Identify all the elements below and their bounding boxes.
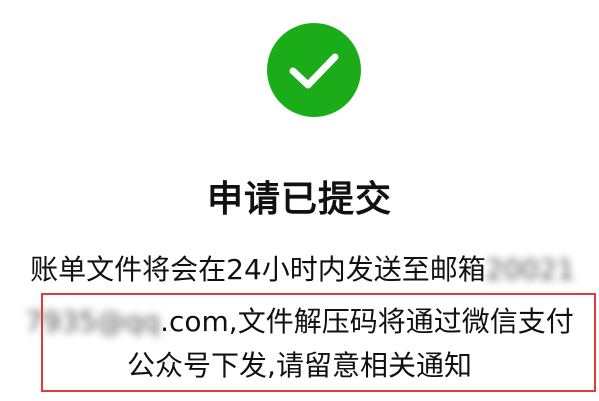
page-title: 申请已提交 — [206, 179, 392, 220]
highlight-annotation-box — [41, 293, 596, 392]
message-line-1: 账单文件将会在24小时内发送至邮箱20021 — [0, 250, 599, 290]
message-text: 账单文件将会在24小时内发送至邮箱 — [30, 253, 486, 286]
email-redacted: 20021 — [485, 253, 575, 286]
success-check-icon — [267, 23, 361, 117]
